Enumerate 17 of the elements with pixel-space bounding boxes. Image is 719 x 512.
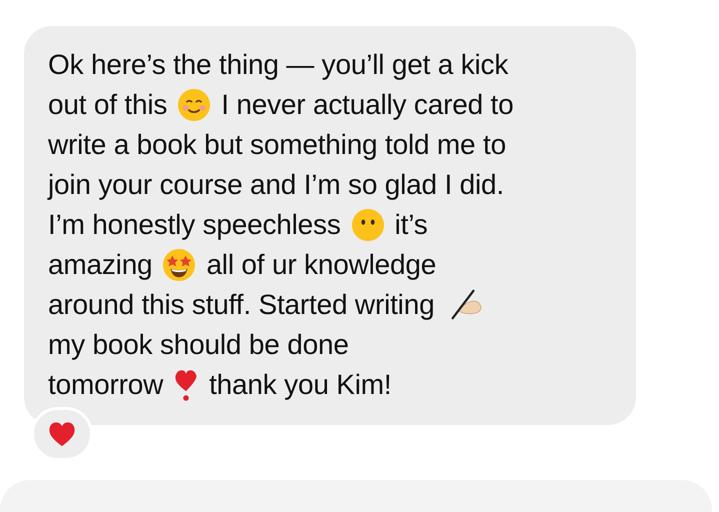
message-text: thank you Kim! [209, 368, 392, 402]
star-eyed-face-icon [162, 248, 196, 282]
smiling-face-icon [177, 88, 212, 122]
message-text: around this stuff. Started writing [48, 288, 434, 322]
message-text: write a book but something told me to [48, 128, 506, 162]
message-text: it’s [394, 208, 428, 242]
face-without-mouth-icon [350, 208, 385, 242]
heart-icon [48, 421, 76, 447]
message-text: I never actually cared to [221, 88, 514, 122]
message-text: tomorrow [48, 368, 164, 402]
message-text: amazing [48, 248, 152, 282]
message-text: I’m honestly speechless [48, 208, 341, 242]
message-text: all of ur knowledge [206, 248, 436, 282]
message-text: my book should be done [48, 328, 349, 362]
message-text: join your course and I’m so glad I did. [48, 168, 504, 202]
message-text: out of this [48, 88, 168, 122]
message-text: Ok here’s the thing — you’ll get a kick [48, 48, 508, 82]
